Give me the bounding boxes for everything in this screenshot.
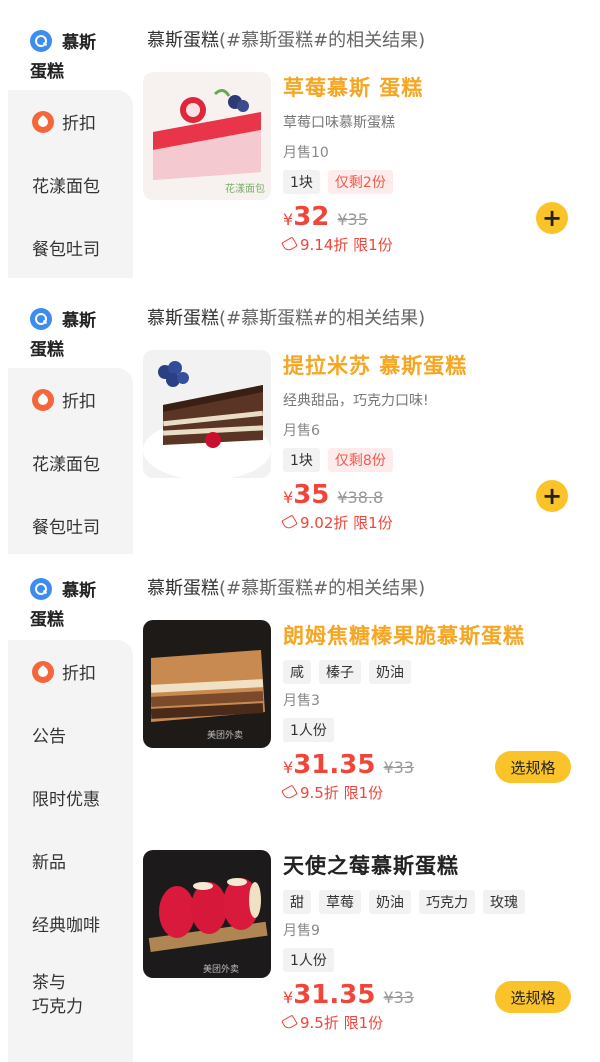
tag-icon bbox=[281, 236, 298, 253]
sidebar-category-list: 折扣 花漾面包 餐包吐司 bbox=[8, 90, 133, 279]
monthly-sales: 月售6 bbox=[283, 423, 320, 439]
sidebar-item-classic-coffee[interactable]: 经典咖啡 bbox=[8, 892, 133, 955]
flavor-tag: 奶油 bbox=[369, 890, 411, 914]
svg-text:美团外卖: 美团外卖 bbox=[207, 729, 243, 741]
discount-label: 9.5折 限1份 bbox=[281, 1012, 588, 1033]
product-description: 经典甜品，巧克力口味! bbox=[283, 393, 429, 409]
product-image-rum-caramel-hazelnut[interactable]: 美团外卖 bbox=[143, 620, 271, 748]
category-sidebar: 慕斯 蛋糕 折扣 花漾面包 餐包吐司 bbox=[0, 278, 133, 557]
product-name[interactable]: 天使之莓慕斯蛋糕 bbox=[283, 850, 588, 880]
select-spec-button[interactable]: 选规格 bbox=[495, 751, 571, 783]
portion-tag: 1块 bbox=[283, 448, 320, 472]
sidebar-category-list: 折扣 花漾面包 餐包吐司 bbox=[8, 368, 133, 557]
sidebar-item-notice[interactable]: 公告 bbox=[8, 703, 133, 766]
product-description: 草莓口味慕斯蛋糕 bbox=[283, 115, 395, 131]
sidebar-category-list: 折扣 公告 限时优惠 新品 经典咖啡 茶与 巧克力 bbox=[8, 640, 133, 1062]
sidebar-item-discount[interactable]: 折扣 bbox=[8, 90, 133, 153]
flavor-tag: 巧克力 bbox=[419, 890, 475, 914]
current-price: 32 bbox=[293, 202, 330, 232]
sidebar-item-search-mousse[interactable]: 慕斯 蛋糕 bbox=[0, 278, 133, 360]
section-title: 慕斯蛋糕(#慕斯蛋糕#的相关结果) bbox=[147, 308, 426, 329]
portion-tag: 1块 bbox=[283, 170, 320, 194]
tag-icon bbox=[281, 514, 298, 531]
product-name[interactable]: 提拉米苏 慕斯蛋糕 bbox=[283, 350, 588, 380]
original-price: ¥35 bbox=[337, 210, 368, 229]
current-price: 31.35 bbox=[293, 980, 376, 1010]
sidebar-item-search-mousse[interactable]: 慕斯 蛋糕 bbox=[0, 0, 133, 82]
flavor-tag: 奶油 bbox=[369, 660, 411, 684]
sidebar-item-discount[interactable]: 折扣 bbox=[8, 640, 133, 703]
flavor-tag: 咸 bbox=[283, 660, 311, 684]
product-card[interactable]: 花漾面包 草莓慕斯 蛋糕 草莓口味慕斯蛋糕 月售10 1块 仅剩2份 ¥ 32 … bbox=[143, 72, 593, 262]
product-name[interactable]: 草莓慕斯 蛋糕 bbox=[283, 72, 588, 102]
stock-tag: 仅剩8份 bbox=[327, 448, 393, 472]
monthly-sales: 月售3 bbox=[283, 693, 320, 709]
sidebar-item-limited-offer[interactable]: 限时优惠 bbox=[8, 766, 133, 829]
product-card[interactable]: 美团外卖 朗姆焦糖榛果脆慕斯蛋糕 咸 榛子 奶油 月售3 1人份 ¥ 31.35… bbox=[143, 620, 593, 830]
portion-tag: 1人份 bbox=[283, 948, 334, 972]
product-tags: 1块 仅剩2份 bbox=[283, 170, 588, 194]
section-title: 慕斯蛋糕(#慕斯蛋糕#的相关结果) bbox=[147, 578, 426, 599]
sidebar-item-bread[interactable]: 花漾面包 bbox=[8, 153, 133, 216]
flavor-tag: 榛子 bbox=[319, 660, 361, 684]
discount-icon bbox=[32, 660, 54, 683]
search-icon bbox=[30, 307, 52, 330]
add-to-cart-button[interactable]: + bbox=[536, 202, 568, 234]
category-sidebar: 慕斯 蛋糕 折扣 花漾面包 餐包吐司 bbox=[0, 0, 133, 279]
product-image-angel-berry-mousse[interactable]: 美团外卖 bbox=[143, 850, 271, 978]
product-image-tiramisu[interactable] bbox=[143, 350, 271, 478]
product-tags: 1人份 bbox=[283, 948, 588, 972]
sidebar-item-tea-chocolate[interactable]: 茶与 巧克力 bbox=[8, 955, 133, 1035]
current-price: 31.35 bbox=[293, 750, 376, 780]
flavor-tag: 草莓 bbox=[319, 890, 361, 914]
discount-label: 9.14折 限1份 bbox=[281, 234, 588, 255]
section-title: 慕斯蛋糕(#慕斯蛋糕#的相关结果) bbox=[147, 30, 426, 51]
current-price: 35 bbox=[293, 480, 330, 510]
search-result-panel-3: 慕斯 蛋糕 折扣 公告 限时优惠 新品 经典咖啡 茶与 巧克力 慕斯蛋糕(#慕斯… bbox=[0, 554, 600, 1062]
category-sidebar: 慕斯 蛋糕 折扣 公告 限时优惠 新品 经典咖啡 茶与 巧克力 bbox=[0, 554, 133, 1062]
stock-tag: 仅剩2份 bbox=[327, 170, 393, 194]
product-name[interactable]: 朗姆焦糖榛果脆慕斯蛋糕 bbox=[283, 620, 588, 650]
product-image-strawberry-mousse[interactable]: 花漾面包 bbox=[143, 72, 271, 200]
product-card[interactable]: 提拉米苏 慕斯蛋糕 经典甜品，巧克力口味! 月售6 1块 仅剩8份 ¥ 35 ¥… bbox=[143, 350, 593, 540]
sidebar-item-bread[interactable]: 花漾面包 bbox=[8, 431, 133, 494]
original-price: ¥33 bbox=[383, 988, 414, 1007]
flavor-tag: 甜 bbox=[283, 890, 311, 914]
original-price: ¥38.8 bbox=[337, 488, 384, 507]
product-tags: 1人份 bbox=[283, 718, 588, 742]
portion-tag: 1人份 bbox=[283, 718, 334, 742]
flavor-tags: 咸 榛子 奶油 bbox=[283, 660, 588, 684]
search-result-panel-2: 慕斯 蛋糕 折扣 花漾面包 餐包吐司 慕斯蛋糕(#慕斯蛋糕#的相关结果) 提拉米… bbox=[0, 278, 600, 557]
sidebar-item-toast[interactable]: 餐包吐司 bbox=[8, 216, 133, 279]
sidebar-item-discount[interactable]: 折扣 bbox=[8, 368, 133, 431]
sidebar-item-toast[interactable]: 餐包吐司 bbox=[8, 494, 133, 557]
search-icon bbox=[30, 29, 52, 52]
monthly-sales: 月售10 bbox=[283, 145, 329, 161]
search-result-panel-1: 慕斯 蛋糕 折扣 花漾面包 餐包吐司 慕斯蛋糕(#慕斯蛋糕#的相关结果) 花漾面… bbox=[0, 0, 600, 279]
product-card[interactable]: 美团外卖 天使之莓慕斯蛋糕 甜 草莓 奶油 巧克力 玫瑰 月售9 1人份 ¥ 3… bbox=[143, 850, 593, 1050]
tag-icon bbox=[281, 1014, 298, 1031]
monthly-sales: 月售9 bbox=[283, 923, 320, 939]
sidebar-item-search-mousse[interactable]: 慕斯 蛋糕 bbox=[0, 554, 133, 630]
discount-icon bbox=[32, 110, 54, 133]
flavor-tag: 玫瑰 bbox=[483, 890, 525, 914]
svg-text:美团外卖: 美团外卖 bbox=[203, 963, 239, 975]
discount-icon bbox=[32, 388, 54, 411]
svg-text:花漾面包: 花漾面包 bbox=[225, 182, 265, 195]
tag-icon bbox=[281, 784, 298, 801]
product-tags: 1块 仅剩8份 bbox=[283, 448, 588, 472]
add-to-cart-button[interactable]: + bbox=[536, 480, 568, 512]
sidebar-item-new[interactable]: 新品 bbox=[8, 829, 133, 892]
flavor-tags: 甜 草莓 奶油 巧克力 玫瑰 bbox=[283, 890, 588, 914]
discount-label: 9.02折 限1份 bbox=[281, 512, 588, 533]
original-price: ¥33 bbox=[383, 758, 414, 777]
select-spec-button[interactable]: 选规格 bbox=[495, 981, 571, 1013]
search-icon bbox=[30, 577, 52, 600]
discount-label: 9.5折 限1份 bbox=[281, 782, 588, 803]
